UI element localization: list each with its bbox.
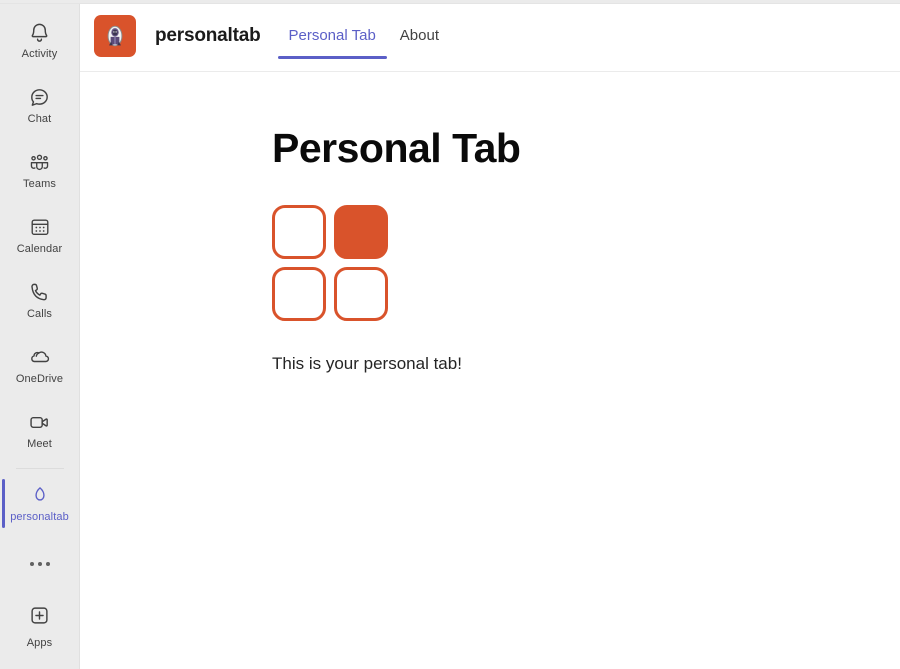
content-area: personaltab Personal Tab About Personal … (80, 0, 900, 669)
more-options-button[interactable] (0, 536, 80, 592)
logo-square-bottom-right (334, 267, 388, 321)
chat-icon (28, 85, 52, 109)
personaltab-app-logo-icon (94, 14, 136, 57)
tab-content-panel: Personal Tab This is your personal tab! (80, 72, 900, 669)
sidebar-item-label: Chat (27, 113, 52, 125)
hello-world-squares-icon (272, 205, 900, 321)
logo-square-top-right (334, 205, 388, 259)
sidebar-item-meet[interactable]: Meet (0, 398, 80, 463)
teams-people-icon (28, 150, 52, 174)
app-title: personaltab (155, 24, 261, 46)
sidebar-item-calendar[interactable]: Calendar (0, 203, 80, 268)
page-title: Personal Tab (272, 125, 521, 171)
sidebar-item-label: Calls (27, 308, 52, 320)
sidebar-item-label: Apps (26, 637, 53, 649)
app-header: personaltab Personal Tab About (80, 0, 900, 72)
calendar-icon (28, 215, 52, 239)
tab-personal-tab[interactable]: Personal Tab (277, 0, 388, 72)
sidebar-item-label: Teams (23, 178, 56, 190)
window-top-strip (0, 0, 900, 4)
sidebar-item-label: Activity (21, 48, 58, 60)
tab-about[interactable]: About (388, 0, 451, 72)
bell-icon (28, 20, 52, 44)
sidebar-item-activity[interactable]: Activity (0, 8, 80, 73)
video-camera-icon (28, 410, 52, 434)
rail-divider (15, 468, 64, 469)
apps-plus-icon (28, 604, 51, 632)
phone-icon (28, 280, 52, 304)
tab-label: Personal Tab (288, 27, 376, 44)
sidebar-item-chat[interactable]: Chat (0, 73, 80, 138)
sidebar-item-personaltab[interactable]: personaltab (0, 471, 80, 536)
sidebar-item-onedrive[interactable]: OneDrive (0, 333, 80, 398)
cloud-icon (28, 345, 52, 369)
tab-strip: Personal Tab About (277, 0, 452, 72)
sidebar-item-label: Meet (27, 438, 52, 450)
sidebar-item-apps[interactable]: Apps (0, 596, 80, 658)
more-options-icon (29, 562, 50, 566)
sidebar-item-label: Calendar (16, 243, 63, 255)
sidebar-item-label: personaltab (10, 511, 69, 523)
app-rail-sidebar: Activity Chat Teams Calendar Calls OneDr… (0, 0, 80, 669)
sidebar-item-teams[interactable]: Teams (0, 138, 80, 203)
logo-square-bottom-left (272, 267, 326, 321)
logo-square-top-left (272, 205, 326, 259)
personaltab-egg-icon (28, 483, 52, 507)
sidebar-item-calls[interactable]: Calls (0, 268, 80, 333)
tab-body-text: This is your personal tab! (272, 354, 462, 373)
sidebar-item-label: OneDrive (15, 373, 64, 385)
tab-label: About (399, 27, 439, 44)
